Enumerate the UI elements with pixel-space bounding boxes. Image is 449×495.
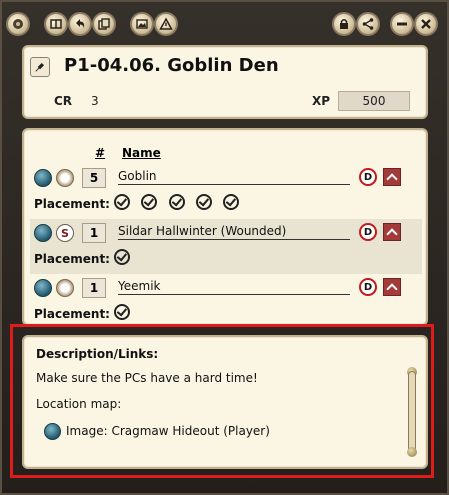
page-title[interactable]: P1-04.06. Goblin Den (64, 55, 279, 76)
split-view-icon[interactable] (44, 12, 68, 36)
placement-check-icon[interactable] (169, 194, 185, 210)
back-icon[interactable] (68, 12, 92, 36)
count-field[interactable]: 1 (82, 223, 106, 243)
s-token[interactable]: S (56, 224, 74, 242)
list-item: S 1 Sildar Hallwinter (Wounded) D Placem… (30, 219, 422, 274)
no-link-icon[interactable]: D (359, 278, 377, 296)
placement-check-icon[interactable] (114, 194, 130, 210)
image-icon[interactable] (130, 12, 154, 36)
delete-entry-button[interactable] (383, 168, 401, 186)
copy-icon[interactable] (92, 12, 116, 36)
placement-check-icon[interactable] (114, 304, 130, 320)
npc-name-field[interactable]: Yeemik (118, 279, 350, 295)
placement-check-icon[interactable] (196, 194, 212, 210)
placement-label: Placement: (34, 252, 110, 266)
link-shortcut-icon[interactable] (30, 57, 50, 77)
column-header-name[interactable]: Name (122, 146, 161, 160)
placement-check-icon[interactable] (223, 194, 239, 210)
encounter-header: P1-04.06. Goblin Den CR 3 XP 500 (22, 45, 428, 119)
npc-list-panel: # Name 5 Goblin D Placement: S 1 Sildar … (22, 128, 428, 326)
list-item: 5 Goblin D Placement: (30, 164, 422, 219)
npc-link-icon[interactable] (34, 224, 52, 242)
window-toolbar (6, 8, 443, 42)
warning-icon[interactable] (154, 12, 178, 36)
goblin-token-icon[interactable] (56, 279, 74, 297)
column-header-count[interactable]: # (95, 146, 105, 160)
npc-link-icon[interactable] (34, 279, 52, 297)
count-field[interactable]: 5 (82, 168, 106, 188)
no-link-icon[interactable]: D (359, 223, 377, 241)
count-field[interactable]: 1 (82, 278, 106, 298)
npc-name-field[interactable]: Sildar Hallwinter (Wounded) (118, 224, 350, 240)
xp-field[interactable]: 500 (338, 91, 410, 111)
logo-icon[interactable] (6, 12, 30, 36)
minimize-icon[interactable] (390, 12, 414, 36)
highlight-box (10, 324, 434, 478)
lock-icon[interactable] (332, 12, 356, 36)
placement-label: Placement: (34, 197, 110, 211)
cr-label: CR (54, 94, 73, 108)
list-item: 1 Yeemik D Placement: (30, 274, 422, 329)
placement-check-icon[interactable] (141, 194, 157, 210)
delete-entry-button[interactable] (383, 223, 401, 241)
npc-name-field[interactable]: Goblin (118, 169, 350, 185)
xp-label: XP (312, 94, 331, 108)
cr-value[interactable]: 3 (91, 94, 99, 108)
goblin-token-icon[interactable] (56, 169, 74, 187)
close-icon[interactable] (414, 12, 438, 36)
no-link-icon[interactable]: D (359, 168, 377, 186)
npc-link-icon[interactable] (34, 169, 52, 187)
placement-label: Placement: (34, 307, 110, 321)
share-icon[interactable] (356, 12, 380, 36)
placement-check-icon[interactable] (114, 249, 130, 265)
delete-entry-button[interactable] (383, 278, 401, 296)
